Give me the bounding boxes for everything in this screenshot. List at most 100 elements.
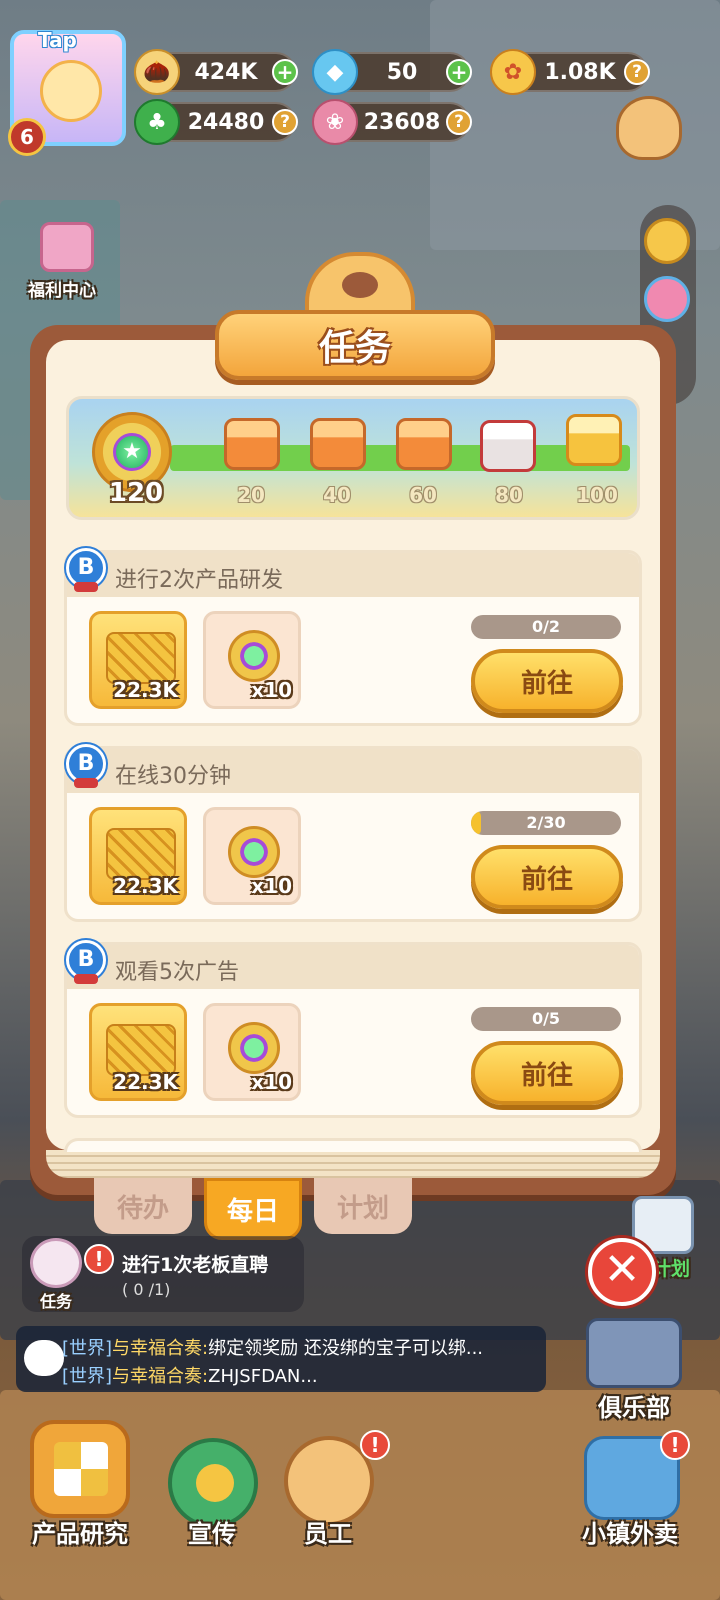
flower-value: 1.08K [544,59,616,85]
quest-tracker-label: 任务 [40,1292,73,1311]
task-progress-text: 2/30 [526,813,566,832]
petal-icon: ❀ [312,99,358,145]
add-seeds-button[interactable]: + [272,59,298,85]
go-button[interactable]: 前往 [471,845,623,909]
reward-seeds[interactable]: 22.3K [89,611,187,709]
seed-value: 424K [194,59,258,85]
gift-icon[interactable] [40,222,94,272]
reward-seeds[interactable]: 22.3K [89,1003,187,1101]
avatar-icon [40,60,102,122]
task-badge: B [66,940,106,984]
seed-counter[interactable]: 🌰 424K + [134,49,298,95]
tab-todo[interactable]: 待办 [94,1178,192,1234]
clover-help-icon[interactable]: ? [272,109,298,135]
panel-title: 任务 [318,328,391,369]
hamster-icon [30,1238,82,1288]
task-badge: B [66,744,106,788]
task-progress-text: 0/5 [531,1009,561,1028]
task-progress-text: 0/2 [531,617,561,636]
welfare-center-label[interactable]: 福利中心 [28,276,96,301]
task-card: 进行2次产品研发 22.3K x10 0/2 前往 [64,550,642,726]
reward-tokens[interactable]: x10 [203,611,301,709]
task-card: 在线30分钟 22.3K x10 2/30 前往 [64,746,642,922]
quest-tracker-progress: ( 0 /1) [122,1280,171,1299]
plan-label[interactable]: 计划 [652,1254,690,1281]
task-card-partial [64,1138,642,1152]
tab-plan[interactable]: 计划 [314,1178,412,1234]
chest-icon-20[interactable] [224,418,280,470]
reward-seeds-amount: 22.3K [113,874,178,898]
milestone-label: 100 [576,483,618,507]
level-badge: 6 [8,118,46,156]
reward-tokens[interactable]: x10 [203,1003,301,1101]
hamster-icon[interactable] [616,96,682,160]
activity-token-icon [228,630,280,682]
reward-seeds[interactable]: 22.3K [89,807,187,905]
task-progress-bar: 0/5 [471,1007,621,1031]
task-title: 进行2次产品研发 [115,568,283,593]
chat-line: [世界]与幸福合奏:ZHJSFDAN... [62,1366,318,1387]
trophy-icon[interactable] [644,218,690,264]
reward-tokens-amount: x10 [251,874,292,898]
alert-icon: ! [84,1244,114,1274]
seed-icon: 🌰 [134,49,180,95]
club-icon[interactable] [586,1318,682,1388]
flower-help-icon[interactable]: ? [624,59,650,85]
go-button[interactable]: 前往 [471,649,623,713]
reward-tokens-amount: x10 [251,678,292,702]
reward-tokens[interactable]: x10 [203,807,301,905]
staff-label[interactable]: 员工 [304,1514,352,1549]
task-panel-pages [46,1150,660,1178]
megaphone-icon [196,1464,234,1502]
milestone-label: 60 [409,483,437,507]
tap-tag: Tap [38,28,77,52]
gem-counter[interactable]: ◆ 50 + [312,49,472,95]
task-card: 观看5次广告 22.3K x10 0/5 前往 [64,942,642,1118]
milestone-label: 20 [237,483,265,507]
seed-pile-icon [106,632,176,684]
reward-seeds-amount: 22.3K [113,678,178,702]
petal-help-icon[interactable]: ? [446,109,472,135]
activity-token-icon [228,1022,280,1074]
clover-counter[interactable]: ♣ 24480 ? [134,99,298,145]
go-button[interactable]: 前往 [471,1041,623,1105]
chest-icon-40[interactable] [310,418,366,470]
product-research-icon[interactable] [30,1420,130,1518]
clover-icon: ♣ [134,99,180,145]
chest-icon-80[interactable] [480,420,536,472]
reward-tokens-amount: x10 [251,1070,292,1094]
task-title: 观看5次广告 [115,960,239,985]
flower-counter[interactable]: ✿ 1.08K ? [490,49,650,95]
seed-pile-icon [106,828,176,880]
task-badge: B [66,548,106,592]
activity-token-icon [228,826,280,878]
chat-line: [世界]与幸福合奏:绑定领奖励 还没绑的宝子可以绑... [62,1338,484,1359]
petal-value: 23608 [363,109,441,135]
alert-icon: ! [660,1430,690,1460]
balloon-icon[interactable] [644,276,690,322]
chest-icon-60[interactable] [396,418,452,470]
clover-value: 24480 [187,109,265,135]
tab-daily[interactable]: 每日 [204,1178,302,1240]
chat-icon[interactable] [24,1340,64,1376]
checker-board-icon [54,1442,108,1496]
milestone-label: 80 [495,483,523,507]
club-label[interactable]: 俱乐部 [598,1388,670,1423]
task-progress-bar: 2/30 [471,811,621,835]
close-icon[interactable]: ✕ [588,1238,656,1306]
panel-title-banner: 任务 [215,310,495,380]
seed-pile-icon [106,1024,176,1076]
petal-counter[interactable]: ❀ 23608 ? [312,99,472,145]
quest-tracker-text: 进行1次老板直聘 [122,1254,269,1276]
gem-icon: ◆ [312,49,358,95]
flower-icon: ✿ [490,49,536,95]
task-title: 在线30分钟 [115,764,231,789]
promotion-label[interactable]: 宣传 [188,1514,236,1549]
delivery-label[interactable]: 小镇外卖 [582,1514,678,1549]
alert-icon: ! [360,1430,390,1460]
product-research-label[interactable]: 产品研究 [32,1514,128,1549]
add-gems-button[interactable]: + [446,59,472,85]
task-progress-bar: 0/2 [471,615,621,639]
reward-seeds-amount: 22.3K [113,1070,178,1094]
chest-icon-100[interactable] [566,414,622,466]
